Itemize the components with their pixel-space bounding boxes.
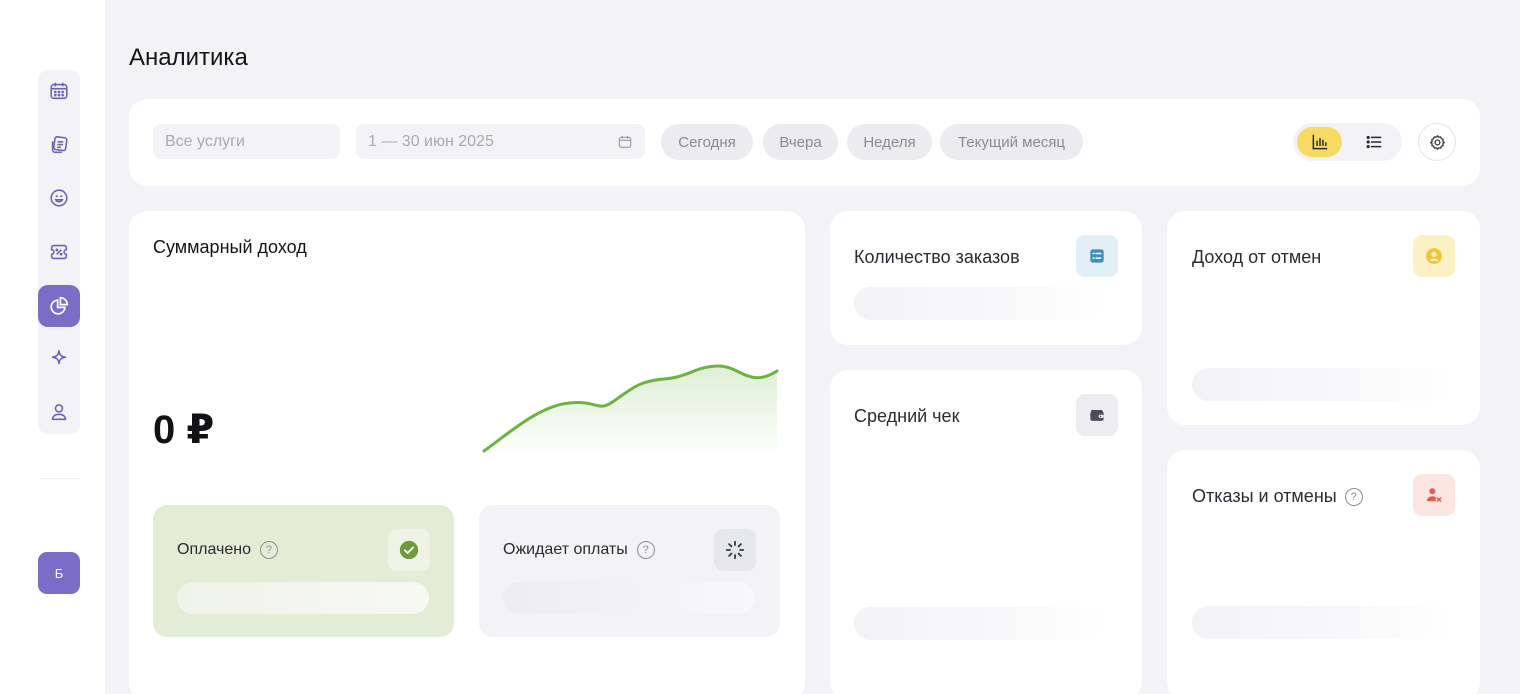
sidebar-item-profile[interactable] (38, 391, 80, 433)
cancellation-income-icon-box (1413, 235, 1455, 277)
revenue-sparkline-area (484, 365, 777, 451)
refusals-icon-box (1413, 474, 1455, 516)
sidebar-item-ai[interactable] (38, 338, 80, 380)
checklist-icon (1090, 249, 1104, 263)
pending-icon-box (714, 529, 756, 571)
services-select[interactable]: Все услуги (153, 124, 340, 159)
paid-title: Оплачено ? (177, 541, 278, 559)
average-check-skeleton (854, 607, 1104, 640)
user-circle-icon (1426, 248, 1442, 264)
user-icon (51, 404, 67, 421)
avatar[interactable]: Б (38, 552, 80, 594)
help-icon[interactable]: ? (636, 541, 655, 559)
sidebar-item-documents[interactable] (38, 124, 80, 166)
refusals-skeleton (1192, 606, 1454, 639)
sidebar-item-clients[interactable] (38, 177, 80, 219)
paid-icon-box (388, 529, 430, 571)
page-title: Аналитика (129, 44, 248, 71)
loading-spinner-icon (725, 540, 745, 560)
chip-today[interactable]: Сегодня (661, 124, 753, 160)
calendar-icon (618, 135, 632, 148)
check-circle-icon (399, 540, 419, 560)
user-remove-icon (1426, 488, 1442, 502)
pending-title: Ожидает оплаты ? (503, 541, 655, 559)
total-revenue-card: Суммарный доход 0 ₽ Оплачено ? Ожидает о… (129, 211, 805, 694)
view-chart-button[interactable] (1297, 127, 1342, 157)
paid-subcard: Оплачено ? (153, 505, 454, 637)
refusals-title: Отказы и отмены ? (1192, 486, 1363, 507)
orders-count-skeleton (854, 287, 1104, 320)
paid-value-skeleton (177, 582, 429, 614)
pending-value-skeleton (503, 582, 755, 614)
help-icon[interactable]: ? (259, 541, 278, 559)
chip-week[interactable]: Неделя (847, 124, 932, 160)
discount-ticket-icon (50, 244, 68, 260)
smile-icon (50, 189, 68, 207)
services-select-placeholder: Все услуги (165, 132, 245, 150)
view-list-button[interactable] (1351, 127, 1396, 157)
paid-label: Оплачено (177, 541, 251, 558)
average-check-card: Средний чек (830, 370, 1142, 694)
sidebar-divider (40, 478, 80, 479)
bar-chart-icon (1312, 134, 1327, 150)
sidebar-nav (38, 70, 80, 434)
chip-current-month[interactable]: Текущий месяц (940, 124, 1083, 160)
orders-count-card: Количество заказов (830, 211, 1142, 345)
sidebar: Б (0, 0, 105, 694)
total-revenue-value: 0 ₽ (153, 408, 215, 452)
pie-chart-icon (50, 296, 69, 315)
total-revenue-title: Суммарный доход (153, 237, 307, 257)
filter-bar: Все услуги 1 — 30 июн 2025 Сегодня Вчера… (129, 99, 1480, 186)
pending-label: Ожидает оплаты (503, 541, 628, 558)
cancellation-income-skeleton (1192, 368, 1454, 401)
list-icon (1366, 135, 1381, 149)
pending-subcard: Ожидает оплаты ? (479, 505, 780, 637)
wallet-icon (1090, 410, 1104, 421)
refusals-card: Отказы и отмены ? (1167, 450, 1480, 694)
refusals-label: Отказы и отмены (1192, 486, 1337, 506)
revenue-sparkline (482, 364, 779, 453)
sparkle-icon (51, 349, 67, 365)
orders-count-title: Количество заказов (854, 247, 1020, 267)
date-range-value: 1 — 30 июн 2025 (368, 132, 494, 150)
chip-yesterday[interactable]: Вчера (763, 124, 838, 160)
date-range-picker[interactable]: 1 — 30 июн 2025 (356, 124, 645, 159)
gear-icon (1429, 134, 1445, 150)
average-check-title: Средний чек (854, 406, 960, 426)
wallet-icon-box (1076, 394, 1118, 436)
cancellation-income-card: Доход от отмен (1167, 211, 1480, 425)
cancellation-income-title: Доход от отмен (1192, 247, 1322, 267)
documents-icon (51, 136, 68, 154)
calendar-icon (50, 82, 68, 100)
settings-button[interactable] (1418, 123, 1456, 161)
sidebar-item-discounts[interactable] (38, 231, 80, 273)
help-icon[interactable]: ? (1344, 487, 1363, 506)
view-mode-toggle (1293, 123, 1402, 161)
orders-icon-box (1076, 235, 1118, 277)
sidebar-item-calendar[interactable] (38, 70, 80, 112)
sidebar-item-analytics[interactable] (38, 285, 80, 327)
